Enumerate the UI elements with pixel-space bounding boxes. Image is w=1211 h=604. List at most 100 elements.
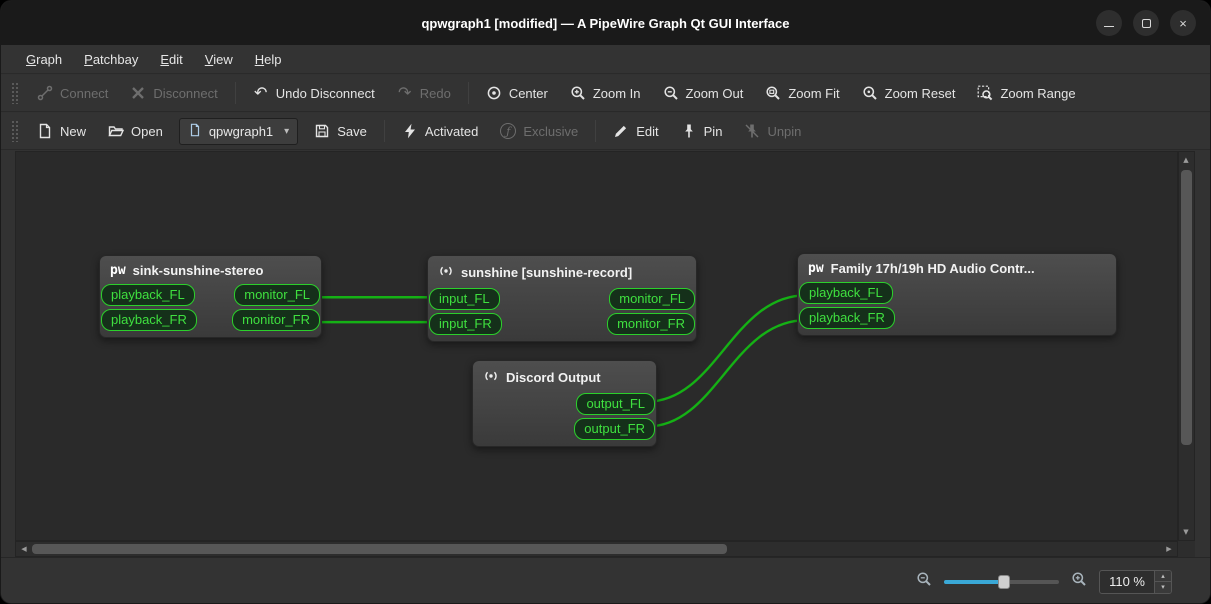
close-icon: × [1179, 15, 1187, 31]
graph-canvas[interactable]: pw sink-sunshine-stereo playback_FL moni… [15, 151, 1178, 541]
port-playback_FL[interactable]: playback_FL [101, 284, 195, 306]
patchbay-select-value: qpwgraph1 [208, 123, 274, 139]
port-monitor_FL[interactable]: monitor_FL [609, 288, 695, 310]
patchbay-select[interactable]: qpwgraph1 ▾ [178, 117, 299, 145]
unpin-button[interactable]: Unpin [734, 117, 811, 145]
new-file-icon [37, 123, 53, 139]
spin-up-button[interactable]: ▴ [1155, 570, 1171, 582]
edit-pencil-icon [613, 123, 629, 139]
disconnect-icon [130, 85, 146, 101]
exclusive-button[interactable]: ƒ Exclusive [490, 117, 588, 145]
toolbar-main: Connect Disconnect ↶ Undo Disconnect ↷ R… [1, 75, 1210, 112]
center-button[interactable]: Center [476, 79, 558, 107]
node-title-text: Family 17h/19h HD Audio Contr... [830, 261, 1035, 276]
exclusive-icon: ƒ [500, 123, 517, 139]
undo-icon: ↶ [254, 83, 268, 102]
port-output_FL[interactable]: output_FL [576, 393, 655, 415]
toolbar-drag-handle[interactable] [11, 120, 18, 142]
connect-icon [37, 85, 53, 101]
horizontal-scrollbar-thumb[interactable] [32, 544, 727, 554]
save-icon [314, 123, 330, 139]
vertical-scrollbar-thumb[interactable] [1181, 170, 1192, 445]
pin-icon [681, 123, 697, 139]
zoom-range-button[interactable]: Zoom Range [967, 79, 1085, 107]
statusbar: 110 % ▴ ▾ [1, 557, 1210, 603]
scroll-right-arrow[interactable]: ▶ [1162, 542, 1176, 556]
port-monitor_FL[interactable]: monitor_FL [234, 284, 320, 306]
port-monitor_FR[interactable]: monitor_FR [232, 309, 320, 331]
node-title: pw sink-sunshine-stereo [100, 256, 321, 282]
port-playback_FR[interactable]: playback_FR [101, 309, 197, 331]
connection-lines [316, 294, 806, 428]
node-family-hd-audio[interactable]: pw Family 17h/19h HD Audio Contr... play… [797, 253, 1117, 336]
open-button[interactable]: Open [98, 117, 173, 145]
window-controls: × [1096, 10, 1196, 36]
toolbar-drag-handle[interactable] [11, 82, 18, 104]
zoom-spinbox[interactable]: 110 % ▴ ▾ [1099, 569, 1172, 594]
toolbar-separator [234, 82, 236, 104]
zoom-out-icon [663, 85, 679, 101]
toolbar-patchbay: New Open qpwgraph1 ▾ Save Activated ƒ Ex… [1, 113, 1210, 150]
node-sunshine-record[interactable]: sunshine [sunshine-record] input_FL moni… [427, 255, 697, 342]
undo-disconnect-button[interactable]: ↶ Undo Disconnect [243, 79, 385, 107]
zoom-out-icon[interactable] [916, 571, 932, 592]
port-output_FR[interactable]: output_FR [574, 418, 655, 440]
disconnect-button[interactable]: Disconnect [120, 79, 227, 107]
titlebar: qpwgraph1 [modified] — A PipeWire Graph … [1, 1, 1210, 45]
maximize-button[interactable] [1133, 10, 1159, 36]
menu-view[interactable]: View [194, 48, 244, 71]
chevron-down-icon: ▾ [284, 125, 290, 137]
port-playback_FL[interactable]: playback_FL [799, 282, 893, 304]
port-input_FR[interactable]: input_FR [429, 313, 502, 335]
menubar: Graph Patchbay Edit View Help [1, 45, 1210, 74]
app-window: qpwgraph1 [modified] — A PipeWire Graph … [0, 0, 1211, 604]
menu-graph[interactable]: Graph [15, 48, 73, 71]
audio-stream-icon [483, 368, 499, 387]
minimize-button[interactable] [1096, 10, 1122, 36]
scroll-left-arrow[interactable]: ◀ [17, 542, 31, 556]
vertical-scrollbar[interactable]: ▲ ▼ [1178, 151, 1195, 541]
toolbar-separator [595, 120, 597, 142]
node-sink-sunshine-stereo[interactable]: pw sink-sunshine-stereo playback_FL moni… [99, 255, 322, 338]
close-button[interactable]: × [1170, 10, 1196, 36]
new-button[interactable]: New [27, 117, 96, 145]
node-title-text: sunshine [sunshine-record] [461, 265, 633, 280]
patchbay-file-icon [188, 123, 202, 140]
unpin-icon [744, 123, 760, 139]
port-playback_FR[interactable]: playback_FR [799, 307, 895, 329]
redo-button[interactable]: ↷ Redo [387, 79, 461, 107]
scrollbar-corner [1178, 541, 1195, 557]
center-icon [486, 85, 502, 101]
zoom-slider-fill [944, 579, 1003, 584]
node-title-text: Discord Output [506, 370, 601, 385]
port-input_FL[interactable]: input_FL [429, 288, 500, 310]
window-title: qpwgraph1 [modified] — A PipeWire Graph … [421, 15, 790, 31]
pin-button[interactable]: Pin [671, 117, 733, 145]
port-monitor_FR[interactable]: monitor_FR [607, 313, 695, 335]
activated-button[interactable]: Activated [392, 117, 488, 145]
node-title: pw Family 17h/19h HD Audio Contr... [798, 254, 1116, 280]
node-ports: playback_FL monitor_FL playback_FR monit… [100, 282, 321, 331]
save-button[interactable]: Save [304, 117, 377, 145]
horizontal-scrollbar[interactable]: ◀ ▶ [15, 541, 1178, 557]
zoom-slider-handle[interactable] [998, 574, 1011, 589]
zoom-reset-button[interactable]: Zoom Reset [852, 79, 966, 107]
zoom-fit-button[interactable]: Zoom Fit [755, 79, 849, 107]
zoom-out-button[interactable]: Zoom Out [653, 79, 754, 107]
connect-button[interactable]: Connect [27, 79, 118, 107]
menu-patchbay[interactable]: Patchbay [73, 48, 149, 71]
spin-down-button[interactable]: ▾ [1155, 582, 1171, 593]
menu-help[interactable]: Help [244, 48, 293, 71]
edit-button[interactable]: Edit [603, 117, 668, 145]
zoom-in-button[interactable]: Zoom In [560, 79, 651, 107]
zoom-slider[interactable] [944, 574, 1060, 589]
zoom-value[interactable]: 110 % [1100, 571, 1154, 593]
node-discord-output[interactable]: Discord Output output_FL output_FR [472, 360, 657, 447]
minimize-icon [1104, 25, 1114, 27]
scroll-up-arrow[interactable]: ▲ [1179, 153, 1193, 167]
zoom-in-icon[interactable] [1071, 571, 1087, 592]
node-title: sunshine [sunshine-record] [428, 256, 696, 286]
toolbar-separator [383, 120, 385, 142]
scroll-down-arrow[interactable]: ▼ [1179, 525, 1193, 539]
menu-edit[interactable]: Edit [149, 48, 193, 71]
